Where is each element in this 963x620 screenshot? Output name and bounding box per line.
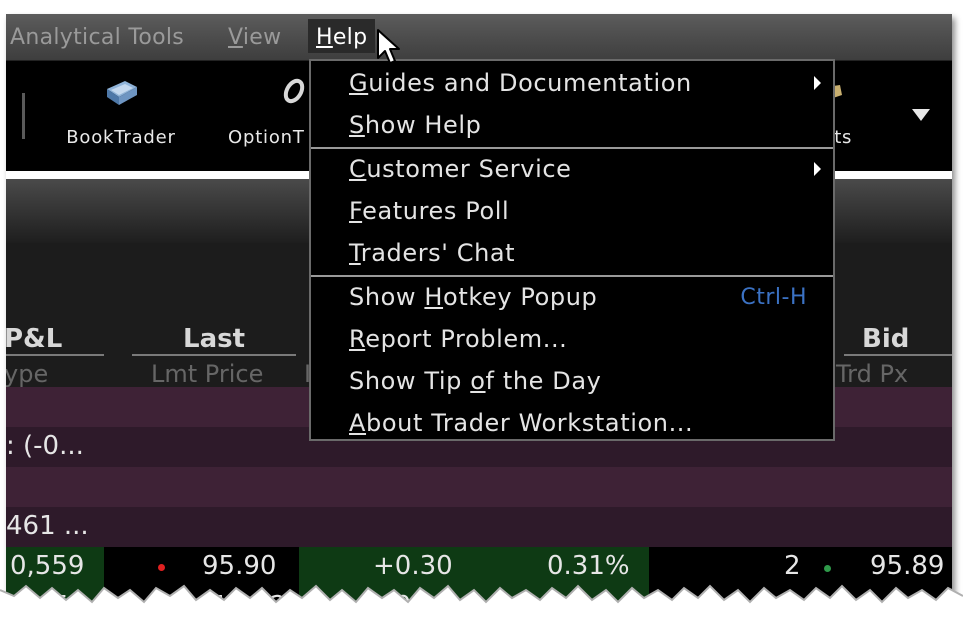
menu-label: iew [242, 25, 282, 50]
menu-item-guides-and-documentation[interactable]: Guides and Documentation [349, 69, 829, 97]
menu-item-label: Show Tip [349, 367, 471, 395]
menu-item-label: Show [349, 283, 425, 311]
column-subheader-type: ype [6, 360, 49, 388]
row-summary-text: 461 ... [6, 511, 89, 541]
column-divider [132, 354, 296, 356]
menu-item-mnemonic: A [349, 409, 367, 437]
optiontrader-button[interactable]: OptionT [228, 73, 318, 148]
price-down-indicator-icon [158, 564, 165, 571]
menu-item-label: bout Trader Workstation... [366, 409, 694, 437]
menu-mnemonic: V [228, 25, 243, 50]
menu-label: Analytical Tools [10, 25, 185, 50]
menu-item-label: eatures Poll [362, 197, 510, 225]
link-icon [283, 78, 305, 104]
column-header-pnl[interactable]: P&L [6, 324, 62, 354]
column-subheader-lmt-price: Lmt Price [151, 360, 264, 388]
menu-item-mnemonic: G [349, 69, 369, 97]
menu-item-show-tip-of-the-day[interactable]: Show Tip of the Day [349, 367, 601, 395]
menu-item-label: how Help [364, 111, 482, 139]
submenu-arrow-icon [814, 162, 821, 176]
submenu-arrow-icon [814, 76, 821, 90]
menu-item-label: eport Problem... [365, 325, 568, 353]
menu-item-customer-service[interactable]: Customer Service [349, 155, 829, 183]
booktrader-label: BookTrader [66, 127, 176, 148]
column-header-last[interactable]: Last [183, 324, 245, 354]
menu-item-show-help[interactable]: Show Help [349, 111, 482, 139]
menu-item-label: raders' Chat [360, 239, 516, 267]
menu-item-traders-chat[interactable]: Traders' Chat [349, 239, 515, 267]
menu-separator [311, 275, 833, 277]
menu-item-label: f the Day [485, 367, 602, 395]
trader-workstation-window: Analytical Tools View Help BookTrader Op… [6, 14, 952, 604]
bid-up-indicator-icon [824, 565, 831, 572]
column-subheader-trd-px: Trd Px [836, 360, 909, 388]
column-divider [844, 354, 952, 356]
menu-item-mnemonic: o [470, 367, 486, 395]
menu-item-mnemonic: S [349, 111, 365, 139]
row-summary-text: : (-0... [6, 431, 84, 461]
menu-view[interactable]: View [228, 25, 281, 50]
menu-item-label: otkey Popup [443, 283, 598, 311]
toolbar-divider [22, 93, 25, 139]
menu-item-features-poll[interactable]: Features Poll [349, 197, 509, 225]
optiontrader-label: OptionT [228, 127, 305, 148]
torn-edge-decoration [0, 584, 963, 620]
menu-help[interactable]: Help [308, 19, 376, 53]
menu-separator [311, 147, 833, 149]
menu-item-mnemonic: H [424, 283, 444, 311]
column-divider [6, 354, 104, 356]
menu-item-show-hotkey-popup[interactable]: Show Hotkey Popup [349, 283, 597, 311]
table-row[interactable]: 461 ... [6, 507, 952, 547]
menu-item-label: ustomer Service [366, 155, 572, 183]
table-row[interactable] [6, 467, 952, 507]
menu-mnemonic: H [316, 25, 333, 50]
menu-item-report-problem[interactable]: Report Problem... [349, 325, 567, 353]
booktrader-button[interactable]: BookTrader [56, 73, 186, 148]
hotkey-shortcut: Ctrl-H [740, 285, 807, 310]
menu-item-about-trader-workstation[interactable]: About Trader Workstation... [349, 409, 693, 437]
menu-item-mnemonic: R [349, 325, 366, 353]
menu-item-mnemonic: C [349, 155, 367, 183]
column-header-bid[interactable]: Bid [862, 324, 909, 354]
menu-label: elp [332, 25, 368, 50]
menu-item-label: uides and Documentation [368, 69, 692, 97]
book-icon [107, 81, 137, 105]
menu-item-mnemonic: F [349, 197, 363, 225]
mouse-pointer-icon [377, 29, 400, 64]
toolbar-overflow-arrow-icon[interactable] [910, 107, 932, 123]
menu-bar: Analytical Tools View Help [6, 14, 952, 61]
menu-analytical-tools[interactable]: Analytical Tools [10, 25, 184, 50]
menu-item-mnemonic: T [349, 239, 361, 267]
help-dropdown-menu: Guides and Documentation Show Help Custo… [309, 59, 835, 441]
